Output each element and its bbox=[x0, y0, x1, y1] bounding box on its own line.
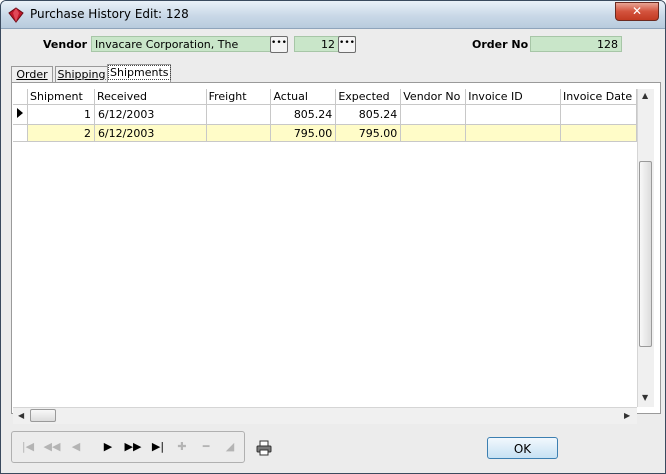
table-row[interactable]: 2 6/12/2003 795.00 795.00 bbox=[13, 124, 637, 142]
tab-shipping[interactable]: Shipping bbox=[55, 66, 108, 83]
ok-button[interactable]: OK bbox=[487, 437, 558, 459]
record-navigator: |◀ ◀◀ ◀ ▶ ▶▶ ▶| ✚ ━ ◢ bbox=[11, 431, 245, 463]
cell-freight[interactable] bbox=[206, 124, 272, 142]
table-row[interactable]: 1 6/12/2003 805.24 805.24 bbox=[13, 104, 637, 125]
app-gem-icon bbox=[8, 7, 24, 23]
vendor-name-field[interactable]: Invacare Corporation, The bbox=[91, 36, 287, 52]
vertical-scrollbar[interactable]: ▲ ▼ bbox=[637, 89, 654, 407]
title-bar[interactable]: Purchase History Edit: 128 ✕ bbox=[1, 1, 665, 29]
column-header-vendor-no[interactable]: Vendor No bbox=[400, 89, 467, 105]
cell-expected[interactable]: 805.24 bbox=[335, 104, 402, 125]
cell-invoice-date[interactable] bbox=[560, 124, 637, 142]
edit-record-icon[interactable]: ◢ bbox=[220, 438, 240, 456]
delete-record-icon[interactable]: ━ bbox=[196, 438, 216, 456]
row-indicator bbox=[13, 124, 28, 142]
scroll-down-arrow-icon[interactable]: ▼ bbox=[642, 393, 648, 402]
cell-invoice-date[interactable] bbox=[560, 104, 637, 125]
cell-invoice-id[interactable] bbox=[465, 124, 561, 142]
prior-record-icon[interactable]: ◀ bbox=[66, 438, 86, 456]
prior-page-icon[interactable]: ◀◀ bbox=[42, 438, 62, 456]
horizontal-scrollbar[interactable]: ◀ ▶ bbox=[13, 407, 637, 424]
cell-vendor-no[interactable] bbox=[400, 124, 467, 142]
row-indicator-header bbox=[13, 89, 28, 105]
column-header-expected[interactable]: Expected bbox=[335, 89, 402, 105]
cell-expected[interactable]: 795.00 bbox=[335, 124, 402, 142]
order-no-field[interactable]: 128 bbox=[530, 36, 622, 52]
vertical-scroll-thumb[interactable] bbox=[639, 161, 652, 347]
column-header-actual[interactable]: Actual bbox=[270, 89, 337, 105]
column-header-shipment[interactable]: Shipment bbox=[27, 89, 95, 105]
purchase-history-window: Purchase History Edit: 128 ✕ Vendor Inva… bbox=[0, 0, 666, 474]
cell-shipment[interactable]: 1 bbox=[27, 104, 95, 125]
order-no-label: Order No bbox=[472, 38, 529, 51]
vendor-label: Vendor bbox=[43, 38, 88, 51]
column-header-received[interactable]: Received bbox=[94, 89, 207, 105]
vendor-number-lookup-button[interactable]: ••• bbox=[338, 36, 356, 53]
column-header-invoice-date[interactable]: Invoice Date bbox=[560, 89, 637, 105]
shipments-table: Shipment Received Freight Actual Expecte… bbox=[13, 89, 637, 142]
tab-order-label: Order bbox=[16, 68, 48, 81]
cell-invoice-id[interactable] bbox=[465, 104, 561, 125]
tab-shipments-label: Shipments bbox=[108, 65, 171, 80]
first-record-icon[interactable]: |◀ bbox=[18, 438, 38, 456]
window-title: Purchase History Edit: 128 bbox=[30, 7, 189, 21]
horizontal-scroll-thumb[interactable] bbox=[30, 409, 56, 422]
scroll-right-arrow-icon[interactable]: ▶ bbox=[624, 411, 630, 420]
tab-shipping-label: Shipping bbox=[57, 68, 106, 81]
cell-shipment[interactable]: 2 bbox=[27, 124, 95, 142]
client-area: Vendor Invacare Corporation, The ••• 12 … bbox=[6, 29, 661, 469]
cell-actual[interactable]: 805.24 bbox=[270, 104, 337, 125]
current-row-indicator-icon bbox=[13, 104, 28, 125]
tab-order[interactable]: Order bbox=[11, 66, 53, 83]
next-record-icon[interactable]: ▶ bbox=[98, 438, 118, 456]
cell-vendor-no[interactable] bbox=[400, 104, 467, 125]
printer-icon[interactable] bbox=[255, 439, 273, 457]
vendor-name-lookup-button[interactable]: ••• bbox=[270, 36, 288, 53]
last-record-icon[interactable]: ▶| bbox=[148, 438, 168, 456]
cell-freight[interactable] bbox=[206, 104, 272, 125]
grid-header-row: Shipment Received Freight Actual Expecte… bbox=[13, 89, 637, 105]
close-button[interactable]: ✕ bbox=[615, 2, 659, 21]
cell-received[interactable]: 6/12/2003 bbox=[94, 124, 207, 142]
cell-received[interactable]: 6/12/2003 bbox=[94, 104, 207, 125]
next-page-icon[interactable]: ▶▶ bbox=[123, 438, 143, 456]
insert-record-icon[interactable]: ✚ bbox=[172, 438, 192, 456]
scroll-left-arrow-icon[interactable]: ◀ bbox=[18, 411, 24, 420]
scroll-up-arrow-icon[interactable]: ▲ bbox=[642, 91, 648, 100]
tab-shipments[interactable]: Shipments bbox=[107, 64, 171, 83]
shipments-grid[interactable]: Shipment Received Freight Actual Expecte… bbox=[13, 89, 637, 407]
column-header-invoice-id[interactable]: Invoice ID bbox=[465, 89, 561, 105]
column-header-freight[interactable]: Freight bbox=[206, 89, 272, 105]
cell-actual[interactable]: 795.00 bbox=[270, 124, 337, 142]
